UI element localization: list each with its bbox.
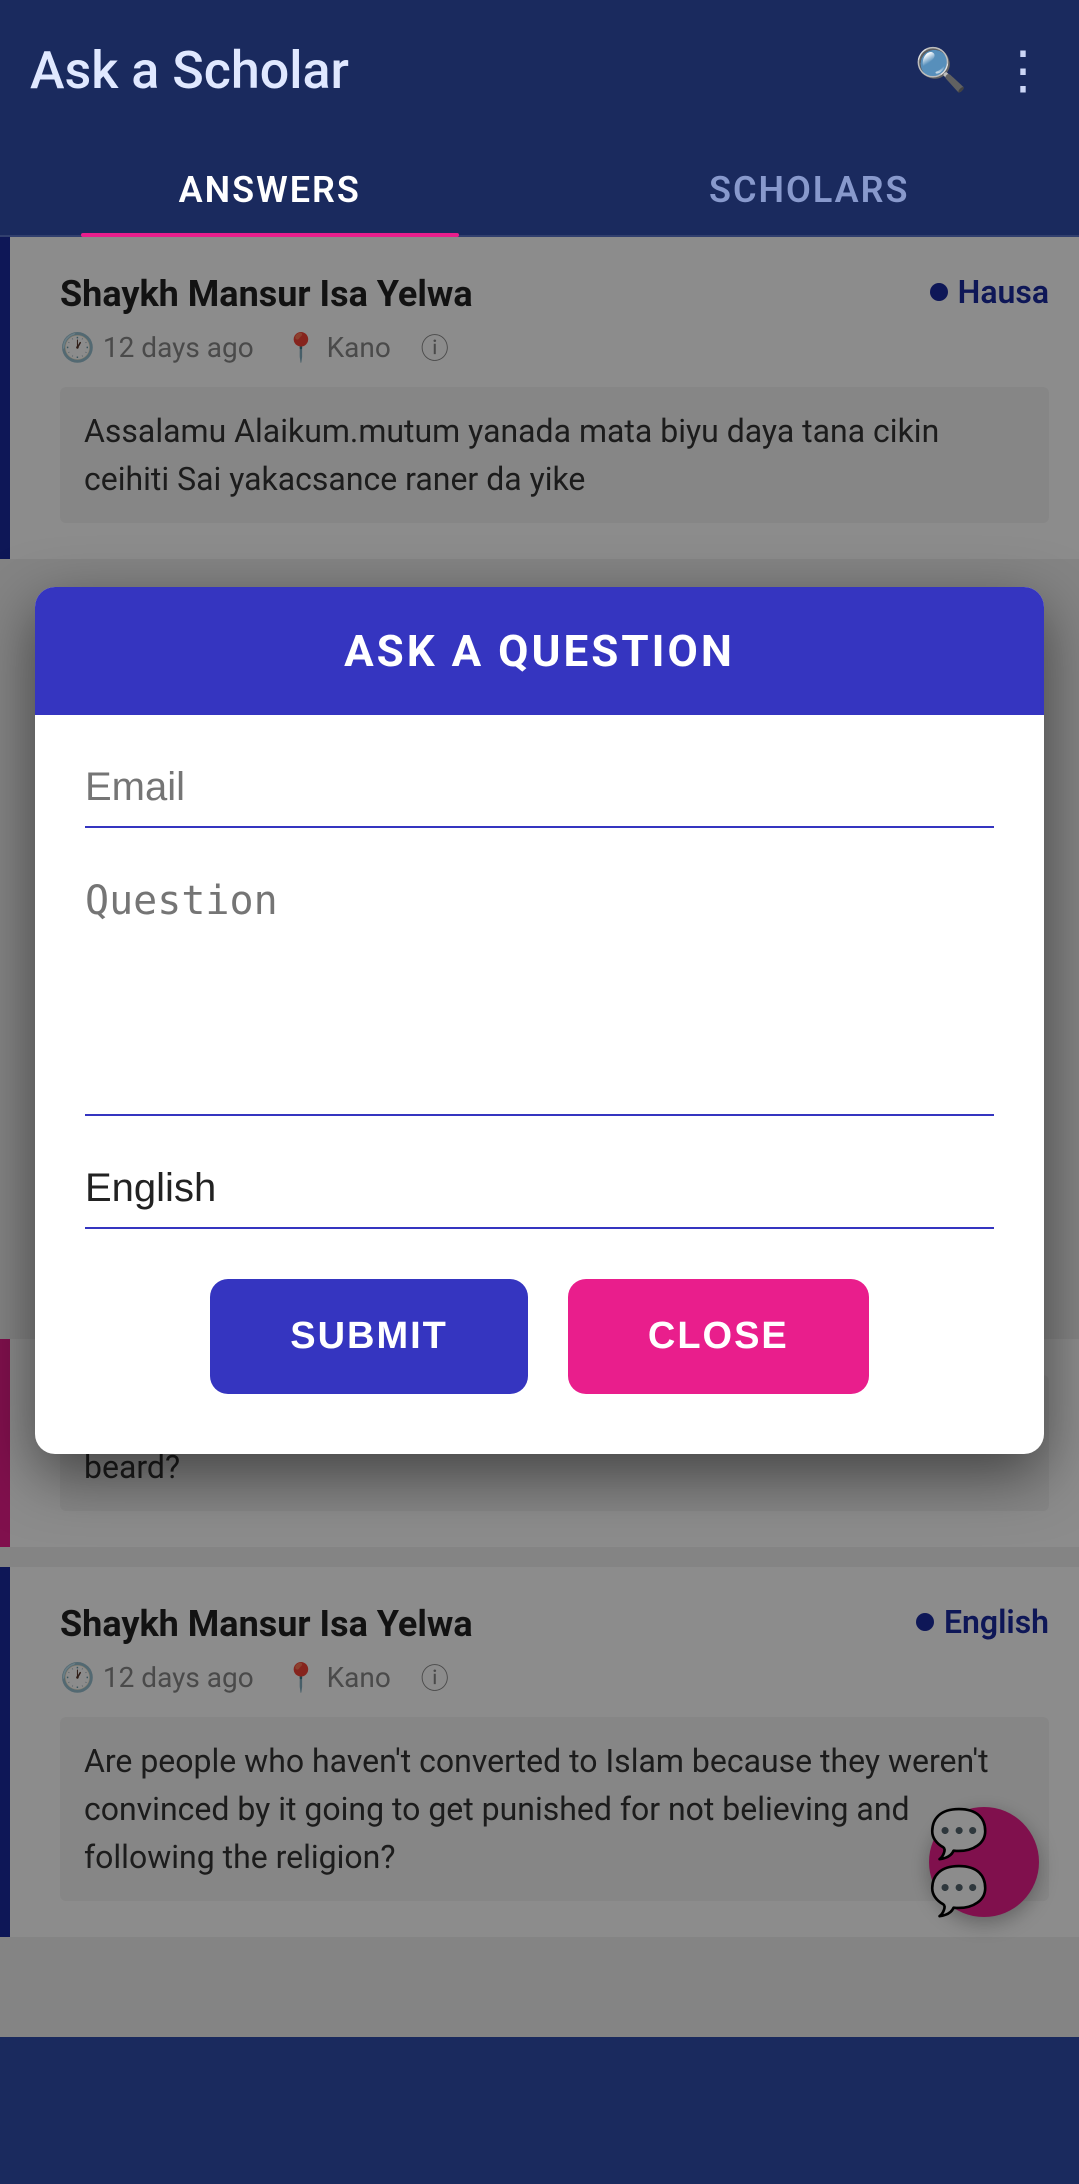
- modal-body: SUBMIT CLOSE: [35, 715, 1044, 1454]
- email-field-container: [85, 765, 994, 828]
- app-title: Ask a Scholar: [30, 40, 349, 101]
- question-input[interactable]: [85, 878, 994, 1098]
- submit-button[interactable]: SUBMIT: [210, 1279, 528, 1394]
- ask-question-modal: ASK A QUESTION SUBMIT CLOSE: [35, 587, 1044, 1454]
- language-field-container: [85, 1166, 994, 1229]
- tab-scholars[interactable]: SCHOLARS: [540, 141, 1079, 235]
- content-area: Shaykh Mansur Isa Yelwa Hausa 12 days ag…: [0, 237, 1079, 2037]
- language-input[interactable]: [85, 1166, 994, 1211]
- more-options-icon[interactable]: [997, 40, 1049, 101]
- tab-bar: ANSWERS SCHOLARS: [0, 141, 1079, 237]
- search-icon[interactable]: [915, 46, 967, 95]
- header-actions: [915, 40, 1049, 101]
- modal-title: ASK A QUESTION: [344, 625, 735, 677]
- question-field-container: [85, 878, 994, 1116]
- modal-title-bar: ASK A QUESTION: [35, 587, 1044, 715]
- tab-answers[interactable]: ANSWERS: [0, 141, 540, 235]
- app-header: Ask a Scholar: [0, 0, 1079, 101]
- modal-actions: SUBMIT CLOSE: [85, 1279, 994, 1394]
- close-button[interactable]: CLOSE: [568, 1279, 869, 1394]
- email-input[interactable]: [85, 765, 994, 810]
